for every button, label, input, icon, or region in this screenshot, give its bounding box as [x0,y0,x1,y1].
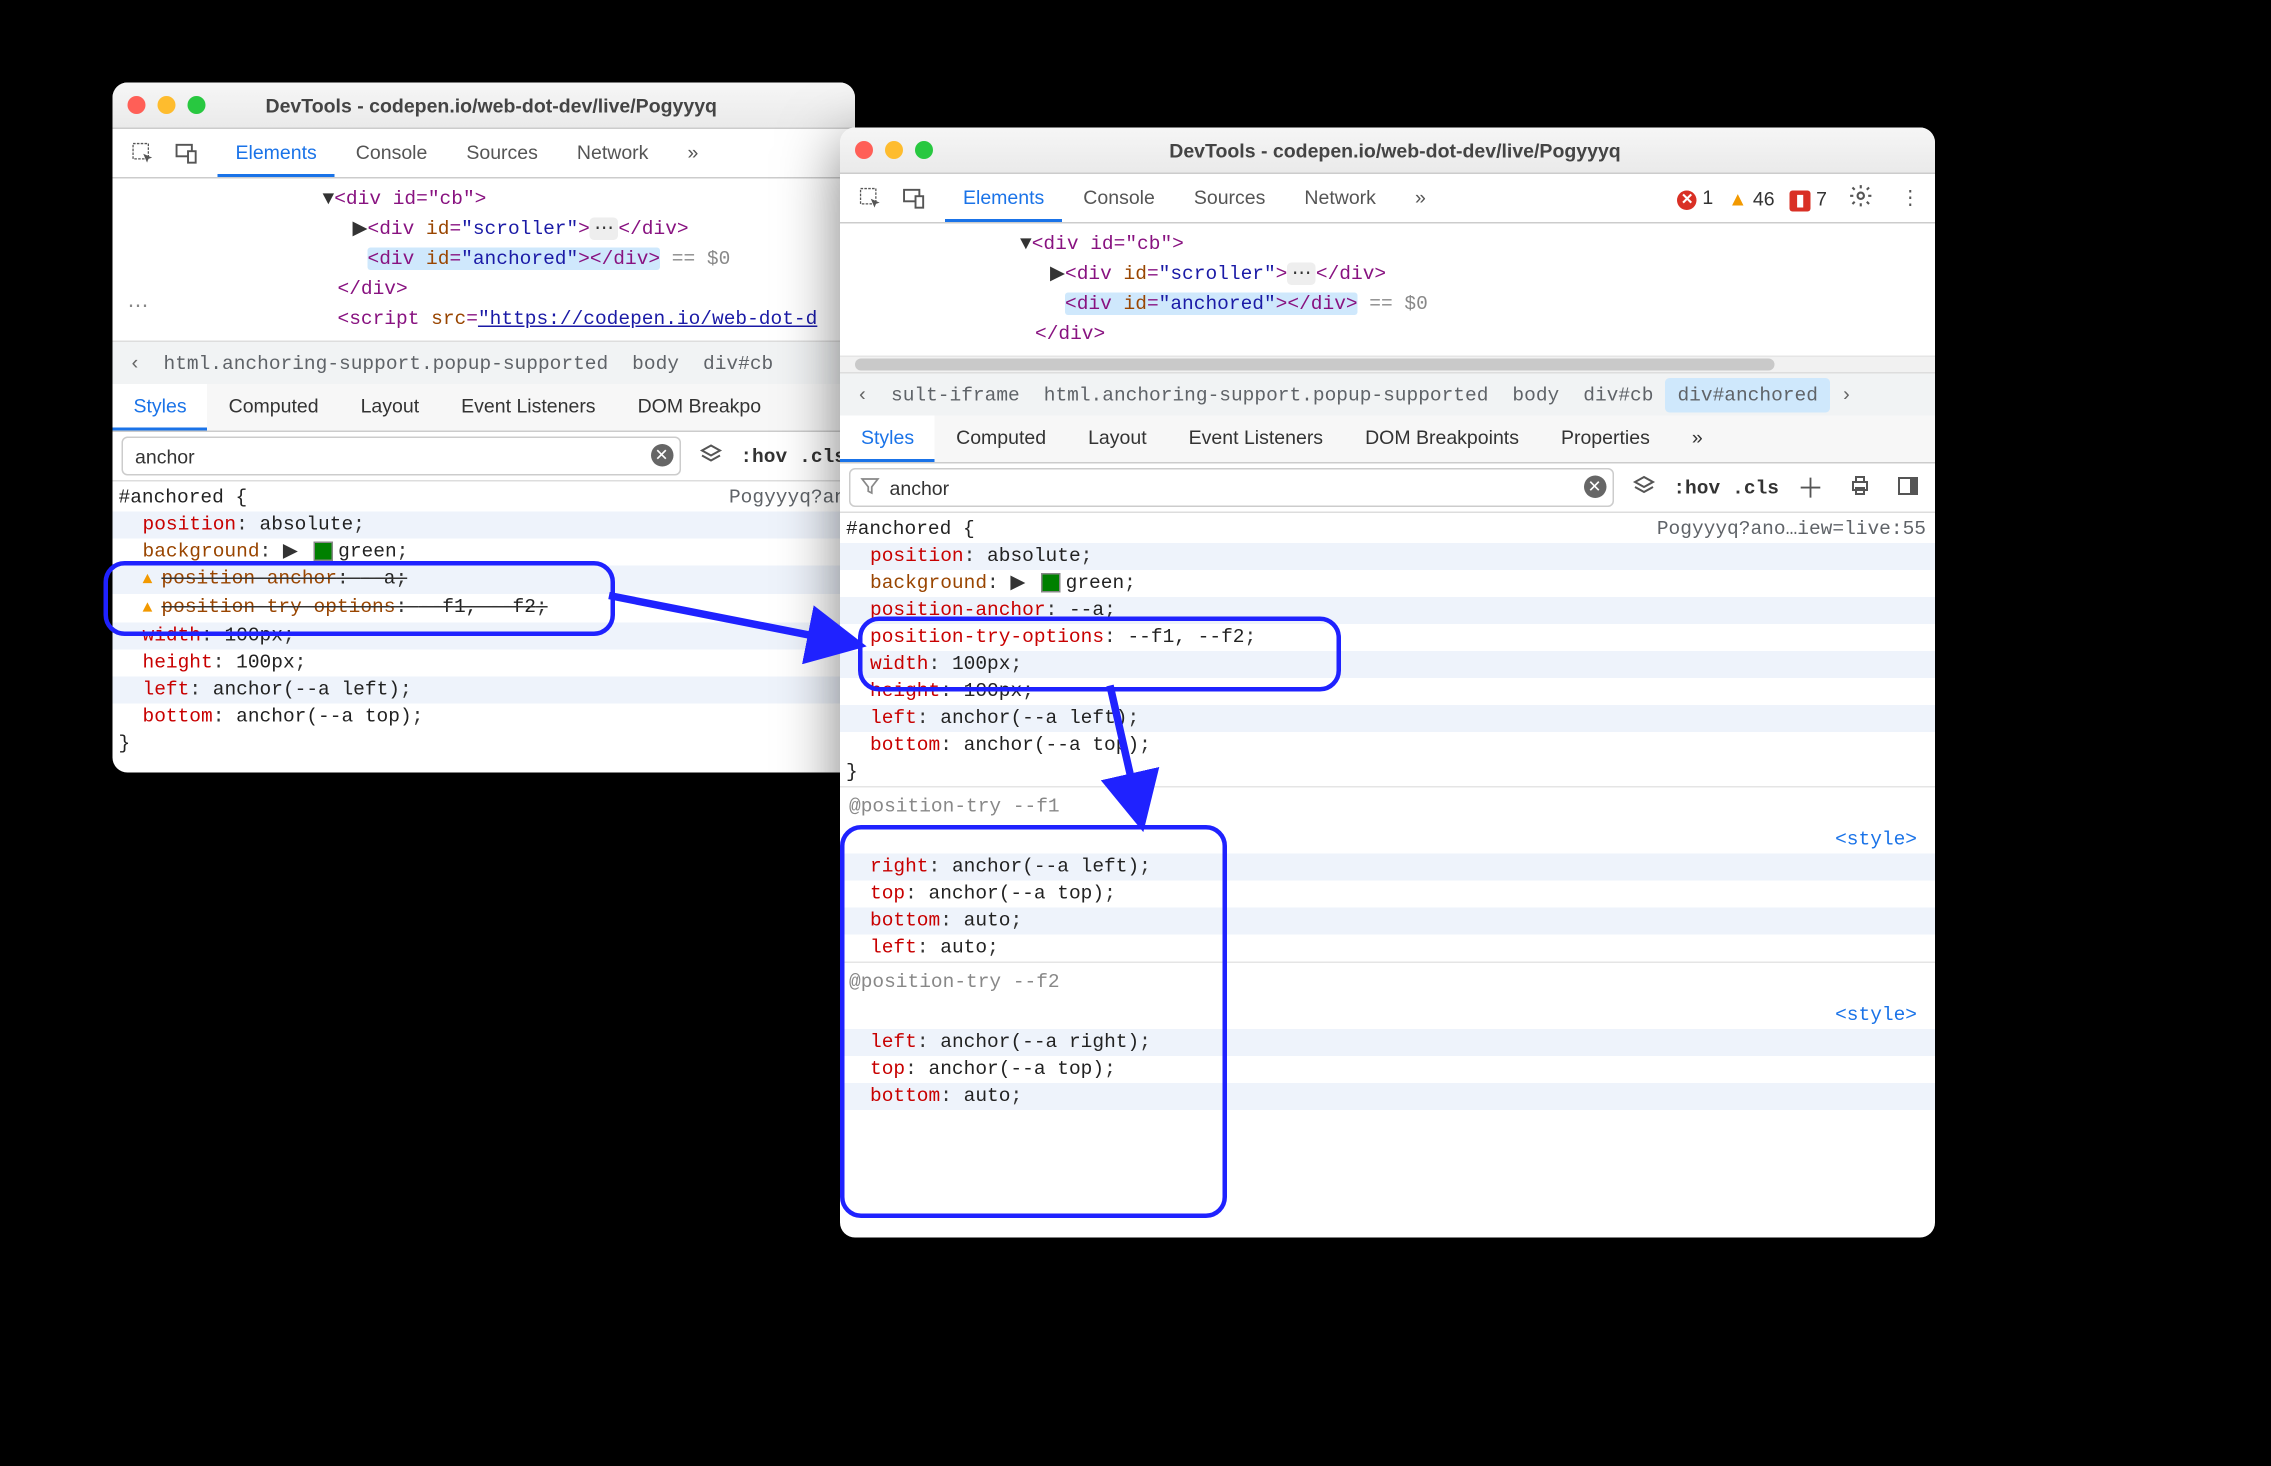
filter-bar: ✕ :hov .cls [113,432,856,482]
warning-count[interactable]: ▲ 46 [1728,187,1774,210]
layout-tab[interactable]: Layout [340,384,441,431]
clear-icon[interactable]: ✕ [1583,476,1606,499]
event-listeners-tab[interactable]: Event Listeners [1168,416,1344,463]
tab-elements[interactable]: Elements [945,175,1062,222]
minimize-icon[interactable] [885,141,903,159]
chevron-right-icon[interactable]: › [1830,383,1863,406]
main-toolbar: Elements Console Sources Network » [113,129,856,179]
hov-toggle[interactable]: :hov [1673,476,1720,499]
inspect-icon[interactable] [122,134,166,172]
filter-input[interactable]: ✕ [849,468,1613,507]
device-mode-icon[interactable] [893,179,937,217]
devtools-window-after: DevTools - codepen.io/web-dot-dev/live/P… [840,128,1935,1238]
clear-icon[interactable]: ✕ [650,444,673,467]
main-toolbar: Elements Console Sources Network » ✕ 1 ▲… [840,174,1935,224]
chevron-left-icon[interactable]: ‹ [119,352,152,375]
window-title: DevTools - codepen.io/web-dot-dev/live/P… [945,139,1920,162]
more-subtabs[interactable]: » [1671,416,1724,463]
tab-sources[interactable]: Sources [1176,175,1284,222]
menu-icon[interactable]: ⋮ [1895,182,1927,215]
device-mode-icon[interactable] [165,134,209,172]
dom-breakpoints-tab[interactable]: DOM Breakpoints [1344,416,1540,463]
properties-tab[interactable]: Properties [1540,416,1671,463]
dom-tree[interactable]: ▼<div id="cb"> ▶<div id="scroller">⋯</di… [840,224,1935,356]
close-icon[interactable] [128,96,146,114]
tab-sources[interactable]: Sources [448,130,556,177]
layers-icon[interactable] [692,437,728,475]
source-link[interactable]: Pogyyyq?ano…iew=live:55 [1657,516,1935,543]
computed-tab[interactable]: Computed [208,384,340,431]
close-icon[interactable] [855,141,873,159]
zoom-icon[interactable] [188,96,206,114]
styles-tabs: Styles Computed Layout Event Listeners D… [113,384,856,432]
inspect-icon[interactable] [849,179,893,217]
styles-pane[interactable]: #anchored {Pogyyyq?an position: absolute… [113,482,856,770]
filter-input[interactable]: ✕ [122,437,681,476]
layers-icon[interactable] [1625,469,1661,507]
styles-tabs: Styles Computed Layout Event Listeners D… [840,416,1935,464]
funnel-icon [860,476,881,502]
window-title: DevTools - codepen.io/web-dot-dev/live/P… [218,94,841,117]
chevron-left-icon[interactable]: ‹ [846,383,879,406]
position-try-header: @position-try --f2 [840,962,1935,1003]
tab-more[interactable]: » [669,130,716,177]
add-rule-icon[interactable]: ＋ [1791,464,1830,512]
scrollbar[interactable] [855,359,1775,371]
ellipsis: ⋯ [128,293,149,319]
issue-count[interactable]: ▮ 7 [1790,187,1827,210]
tab-elements[interactable]: Elements [218,130,335,177]
traffic-lights[interactable] [855,141,933,159]
toggle-panel-icon[interactable] [1890,469,1926,507]
position-try-header: @position-try --f1 [840,786,1935,827]
styles-tab[interactable]: Styles [840,416,935,463]
dom-tree[interactable]: ▼<div id="cb"> ▶<div id="scroller">⋯</di… [113,179,856,341]
tab-more[interactable]: » [1397,175,1444,222]
source-link[interactable]: <style> [1835,1002,1926,1029]
breadcrumbs[interactable]: ‹ sult-iframe html.anchoring-support.pop… [840,372,1935,416]
tab-console[interactable]: Console [1065,175,1173,222]
layout-tab[interactable]: Layout [1067,416,1168,463]
devtools-window-before: DevTools - codepen.io/web-dot-dev/live/P… [113,83,856,773]
breadcrumbs[interactable]: ‹ html.anchoring-support.popup-supported… [113,341,856,385]
source-link[interactable]: Pogyyyq?an [729,485,855,512]
tab-console[interactable]: Console [338,130,446,177]
zoom-icon[interactable] [915,141,933,159]
styles-pane[interactable]: #anchored {Pogyyyq?ano…iew=live:55 posit… [840,513,1935,1122]
traffic-lights[interactable] [128,96,206,114]
titlebar[interactable]: DevTools - codepen.io/web-dot-dev/live/P… [840,128,1935,175]
dom-breakpoints-tab[interactable]: DOM Breakpo [617,384,783,431]
hov-toggle[interactable]: :hov [740,445,787,468]
styles-tab[interactable]: Styles [113,384,208,431]
color-swatch[interactable] [1042,573,1062,593]
color-swatch[interactable] [314,542,334,562]
cls-toggle[interactable]: .cls [1732,476,1779,499]
tab-network[interactable]: Network [559,130,667,177]
settings-icon[interactable] [1842,179,1880,218]
print-icon[interactable] [1842,469,1878,507]
minimize-icon[interactable] [158,96,176,114]
tab-network[interactable]: Network [1286,175,1394,222]
event-listeners-tab[interactable]: Event Listeners [440,384,616,431]
computed-tab[interactable]: Computed [935,416,1067,463]
cls-toggle[interactable]: .cls [799,445,846,468]
titlebar[interactable]: DevTools - codepen.io/web-dot-dev/live/P… [113,83,856,130]
filter-bar: ✕ :hov .cls ＋ [840,464,1935,514]
error-count[interactable]: ✕ 1 [1677,186,1713,210]
source-link[interactable]: <style> [1835,827,1926,854]
